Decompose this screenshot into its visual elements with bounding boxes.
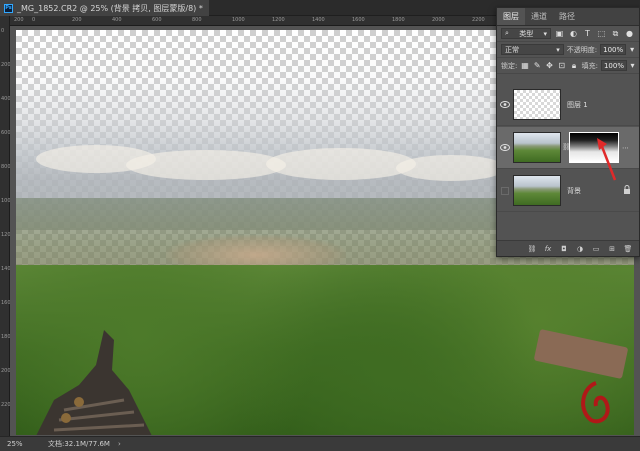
ruler-tick: 200 xyxy=(72,17,82,23)
fill-label: 填充: xyxy=(581,61,598,70)
ruler-tick: 800 xyxy=(192,17,202,23)
lock-label: 锁定: xyxy=(501,61,518,70)
chevron-down-icon[interactable]: ▾ xyxy=(630,60,635,71)
mask-icon[interactable]: ◘ xyxy=(559,244,569,254)
blend-mode-value: 正常 xyxy=(505,45,519,54)
layer-thumbnail[interactable] xyxy=(513,89,561,120)
filter-smart-object-icon[interactable]: ⧉ xyxy=(610,28,621,39)
more-icon: ⋯ xyxy=(622,143,629,152)
cloud xyxy=(266,148,416,180)
ruler-tick: 1200 xyxy=(272,17,285,23)
ruler-tick: 1800 xyxy=(392,17,405,23)
fx-icon[interactable]: fx xyxy=(543,244,553,254)
ruler-tick: 400 xyxy=(112,17,122,23)
filter-type-icon[interactable]: T xyxy=(582,28,593,39)
lock-artboard-icon[interactable]: ⊡ xyxy=(557,60,566,71)
lock-row: 锁定: ▦ ✎ ✥ ⊡ 🔒︎ 填充: 100% ▾ xyxy=(497,58,639,74)
chevron-down-icon[interactable]: ▾ xyxy=(629,44,635,55)
filter-kind-select[interactable]: ⌕ 类型 ▾ xyxy=(501,28,551,39)
filter-row: ⌕ 类型 ▾ ▣ ◐ T ⬚ ⧉ ● xyxy=(497,26,639,42)
delete-icon[interactable]: 🗑︎ xyxy=(623,244,633,254)
layer-row[interactable]: 图层 1 xyxy=(497,84,639,126)
ruler-tick: 0 xyxy=(32,17,36,23)
filter-toggle-icon[interactable]: ● xyxy=(624,28,635,39)
ruler-tick: 1600 xyxy=(352,17,365,23)
temple-roof-ornament xyxy=(36,330,152,435)
visibility-eye-icon[interactable] xyxy=(497,101,513,108)
lock-icon xyxy=(623,184,631,197)
layer-name[interactable]: 背景 xyxy=(567,186,581,196)
ruler-tick: 0 xyxy=(1,28,5,34)
search-icon: ⌕ xyxy=(505,29,509,37)
lock-pixels-icon[interactable]: ✎ xyxy=(533,60,542,71)
chevron-down-icon: ▾ xyxy=(556,45,560,54)
tab-paths[interactable]: 路径 xyxy=(553,8,581,25)
visibility-eye-icon[interactable] xyxy=(497,144,513,151)
layer-name[interactable]: 图层 1 xyxy=(567,100,588,110)
document-tab[interactable]: Ps _MG_1852.CR2 @ 25% (背景 拷贝, 图层蒙版/8) * xyxy=(0,0,209,16)
ruler-tick: 600 xyxy=(152,17,162,23)
status-bar: 25% 文档:32.1M/77.6M › xyxy=(0,436,640,451)
opacity-field[interactable]: 100% xyxy=(600,44,627,55)
zoom-field[interactable]: 25% xyxy=(4,439,30,450)
panel-tabs: 图层 通道 路径 xyxy=(497,8,639,26)
lock-transparent-icon[interactable]: ▦ xyxy=(520,60,529,71)
cloud xyxy=(396,155,506,181)
chevron-right-icon[interactable]: › xyxy=(118,440,121,448)
ruler-tick: 200 xyxy=(14,17,24,23)
layers-panel: 图层 通道 路径 ⌕ 类型 ▾ ▣ ◐ T ⬚ ⧉ ● 正常 ▾ 不透明度: 1… xyxy=(496,7,640,257)
adjustment-icon[interactable]: ◑ xyxy=(575,244,585,254)
ruler-tick: 2000 xyxy=(432,17,445,23)
layers-list: 图层 1 ⛓︎ ⋯ 背景 xyxy=(497,80,639,240)
document-info[interactable]: 文档:32.1M/77.6M xyxy=(48,439,110,449)
watermark-logo-icon xyxy=(581,381,610,424)
filter-kind-value: 类型 xyxy=(519,29,534,38)
photoshop-badge-icon: Ps xyxy=(4,3,13,13)
filter-shape-icon[interactable]: ⬚ xyxy=(596,28,607,39)
new-layer-icon[interactable]: ⊞ xyxy=(607,244,617,254)
ruler-left[interactable]: 0 200 400 600 800 1000 1200 1400 1600 18… xyxy=(0,16,14,436)
visibility-toggle-off[interactable] xyxy=(497,186,513,195)
group-icon[interactable]: ▭ xyxy=(591,244,601,254)
tab-channels[interactable]: 通道 xyxy=(525,8,553,25)
blend-row: 正常 ▾ 不透明度: 100% ▾ xyxy=(497,42,639,58)
document-tab-title: _MG_1852.CR2 @ 25% (背景 拷贝, 图层蒙版/8) * xyxy=(17,3,203,13)
filter-pixel-icon[interactable]: ▣ xyxy=(554,28,565,39)
ruler-tick: 1400 xyxy=(312,17,325,23)
cloud xyxy=(126,150,286,180)
chevron-down-icon: ▾ xyxy=(543,29,547,38)
layer-thumbnail[interactable] xyxy=(513,175,561,206)
panel-bottom-bar: ⛓︎ fx ◘ ◑ ▭ ⊞ 🗑︎ xyxy=(497,240,639,256)
lock-position-icon[interactable]: ✥ xyxy=(545,60,554,71)
lock-all-icon[interactable]: 🔒︎ xyxy=(569,60,578,71)
filter-adjustment-icon[interactable]: ◐ xyxy=(568,28,579,39)
opacity-label: 不透明度: xyxy=(566,45,598,54)
tab-layers[interactable]: 图层 xyxy=(497,8,525,25)
blend-mode-select[interactable]: 正常 ▾ xyxy=(501,44,564,55)
fill-field[interactable]: 100% xyxy=(600,60,627,71)
link-icon[interactable]: ⛓︎ xyxy=(527,244,537,254)
ruler-tick: 2200 xyxy=(472,17,485,23)
annotation-arrow xyxy=(597,138,617,181)
ruler-tick: 1000 xyxy=(232,17,245,23)
chain-link-icon[interactable]: ⛓︎ xyxy=(562,143,571,153)
layer-thumbnail[interactable] xyxy=(513,132,561,163)
